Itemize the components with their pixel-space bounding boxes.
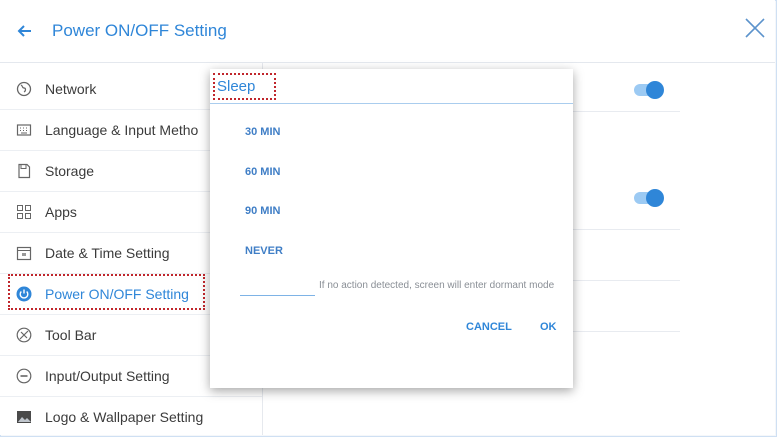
option-30-min[interactable]: 30 MIN [245, 126, 280, 139]
option-60-min[interactable]: 60 MIN [245, 166, 280, 179]
sidebar-item-logo-wallpaper[interactable]: Logo & Wallpaper Setting [0, 397, 262, 438]
image-icon [16, 409, 32, 425]
highlight-box-sidebar [8, 274, 205, 310]
storage-icon [16, 163, 32, 179]
sleep-dialog: Sleep 30 MIN 60 MIN 90 MIN NEVER If no a… [210, 69, 573, 388]
toolbar-icon [16, 327, 32, 343]
toggle-knob [646, 189, 664, 207]
option-90-min[interactable]: 90 MIN [245, 205, 280, 218]
toggle-switch[interactable] [634, 81, 664, 99]
close-icon[interactable] [741, 14, 769, 42]
sidebar-item-label: Language & Input Metho [45, 122, 199, 138]
calendar-icon [16, 245, 32, 261]
sidebar-item-label: Logo & Wallpaper Setting [45, 409, 204, 425]
dialog-title-divider [210, 103, 573, 104]
hint-underline [240, 295, 315, 296]
sidebar-item-label: Input/Output Setting [45, 368, 170, 384]
header-bar: Power ON/OFF Setting [0, 0, 775, 63]
sidebar-item-label: Date & Time Setting [45, 245, 170, 261]
globe-icon [16, 81, 32, 97]
sidebar-item-label: Network [45, 81, 97, 97]
back-arrow-icon[interactable] [14, 20, 36, 42]
sidebar-item-label: Tool Bar [45, 327, 97, 343]
input-output-icon [16, 368, 32, 384]
apps-grid-icon [16, 204, 32, 220]
cancel-button[interactable]: CANCEL [466, 321, 512, 334]
toggle-knob [646, 81, 664, 99]
option-never[interactable]: NEVER [245, 245, 283, 258]
ok-button[interactable]: OK [540, 321, 557, 334]
sidebar-item-label: Apps [45, 204, 77, 220]
dialog-hint: If no action detected, screen will enter… [319, 280, 555, 291]
highlight-box-title [213, 73, 276, 100]
page-title: Power ON/OFF Setting [52, 21, 227, 40]
toggle-switch[interactable] [634, 189, 664, 207]
keyboard-icon [16, 122, 32, 138]
sidebar-item-label: Storage [45, 163, 95, 179]
